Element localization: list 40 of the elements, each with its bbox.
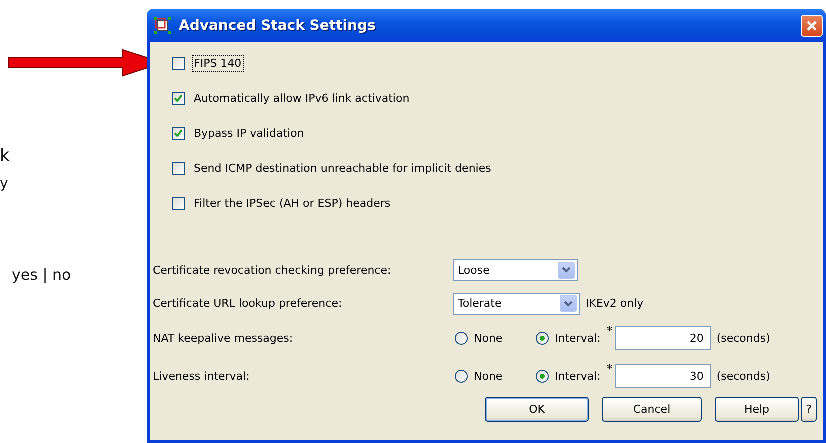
checkbox-label: Automatically allow IPv6 link activation bbox=[193, 91, 411, 106]
hint-text: IKEv2 only bbox=[586, 297, 644, 310]
dropdown[interactable]: Loose bbox=[453, 259, 578, 281]
required-mark: * bbox=[606, 324, 614, 338]
radio-option[interactable]: None bbox=[455, 370, 530, 382]
checkbox-label: Bypass IP validation bbox=[193, 126, 306, 141]
window-title: Advanced Stack Settings bbox=[179, 18, 376, 34]
radio-option[interactable]: Interval: bbox=[536, 332, 601, 344]
chevron-down-icon bbox=[564, 300, 573, 306]
unit-text: (seconds) bbox=[716, 370, 770, 382]
checkbox[interactable] bbox=[172, 162, 185, 175]
field-label: Certificate URL lookup preference: bbox=[153, 296, 344, 312]
document-text: yes | no bbox=[12, 266, 72, 284]
close-icon bbox=[806, 20, 818, 32]
checkbox-label: Send ICMP destination unreachable for implicit denies bbox=[193, 161, 492, 176]
checkbox[interactable] bbox=[172, 197, 185, 210]
dialog-button[interactable]: Help bbox=[715, 397, 799, 422]
field-label: NAT keepalive messages: bbox=[153, 330, 294, 346]
close-button[interactable] bbox=[801, 14, 823, 36]
field-label: Certificate revocation checking preference: bbox=[153, 262, 392, 278]
checkbox-label: Filter the IPSec (AH or ESP) headers bbox=[193, 196, 392, 211]
chevron-down-icon bbox=[562, 267, 571, 273]
checkbox[interactable] bbox=[172, 57, 185, 70]
required-mark: * bbox=[606, 362, 614, 376]
dropdown[interactable]: Tolerate bbox=[453, 292, 580, 314]
checkbox[interactable] bbox=[172, 92, 185, 105]
dialog-button[interactable]: OK bbox=[485, 397, 589, 422]
document-text: y bbox=[0, 176, 8, 192]
number-field[interactable]: 30 bbox=[614, 364, 711, 388]
unit-text: (seconds) bbox=[716, 332, 770, 344]
number-field[interactable]: 20 bbox=[614, 326, 711, 350]
radio-option[interactable]: None bbox=[455, 332, 530, 344]
checkbox-label: FIPS 140 bbox=[193, 56, 243, 71]
app-icon bbox=[154, 17, 171, 34]
checkbox[interactable] bbox=[172, 127, 185, 140]
dialog-button[interactable]: ? bbox=[801, 397, 817, 422]
dialog-button[interactable]: Cancel bbox=[602, 397, 702, 422]
radio-option[interactable]: Interval: bbox=[536, 370, 601, 382]
field-label: Liveness interval: bbox=[153, 368, 251, 384]
document-text: k bbox=[0, 146, 10, 166]
